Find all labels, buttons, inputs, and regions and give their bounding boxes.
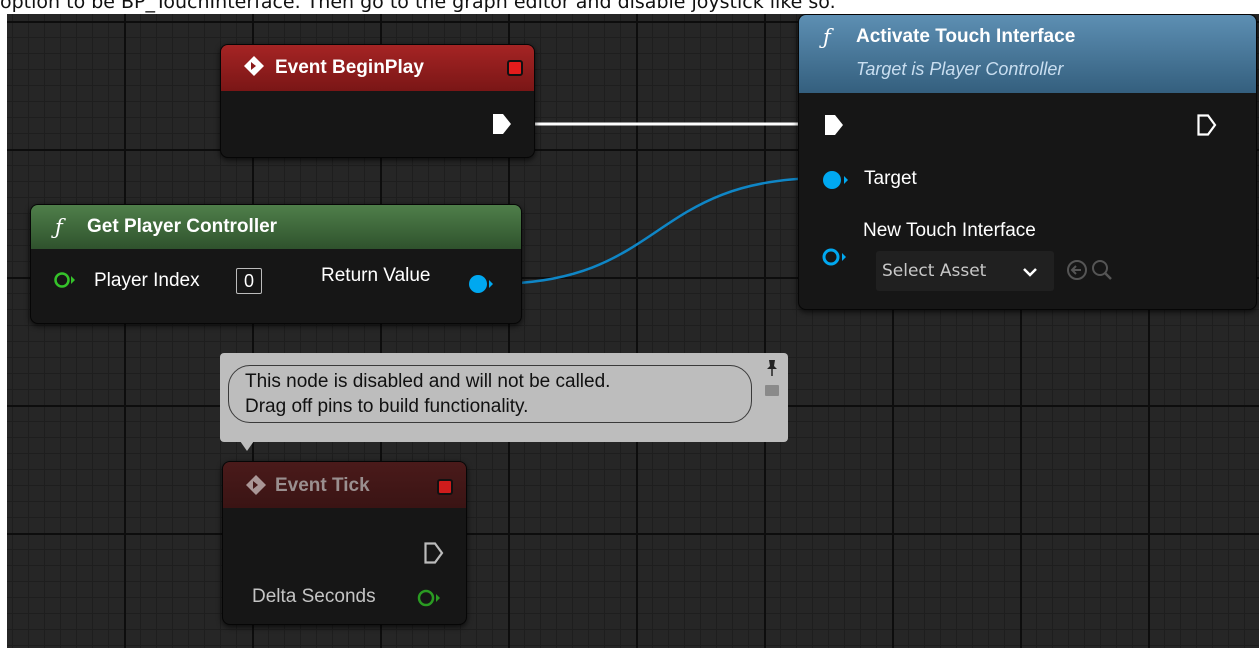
event-beginplay-node[interactable]: Event BeginPlay — [220, 44, 535, 158]
get-player-controller-header: ƒ Get Player Controller — [31, 205, 521, 249]
chevron-down-icon — [1022, 263, 1038, 284]
exec-out-pin[interactable] — [491, 112, 513, 136]
target-pin-icon[interactable] — [821, 169, 853, 196]
comment-bubble: This node is disabled and will not be ca… — [228, 365, 752, 423]
delta-seconds-label: Delta Seconds — [252, 586, 376, 607]
return-value-label: Return Value — [321, 265, 431, 286]
get-player-controller-title: Get Player Controller — [87, 216, 278, 237]
event-tick-node[interactable]: Event Tick Delta Seconds — [222, 461, 467, 625]
breakpoint-icon — [507, 60, 523, 76]
new-touch-interface-pin-icon[interactable] — [821, 246, 849, 273]
object-wire — [490, 176, 826, 286]
exec-out-pin[interactable] — [423, 541, 445, 565]
disabled-node-comment: This node is disabled and will not be ca… — [220, 353, 788, 451]
player-index-input[interactable]: 0 — [236, 268, 262, 294]
event-diamond-icon — [245, 474, 267, 502]
pin-comment-icon[interactable] — [764, 359, 780, 381]
activate-touch-interface-header: ƒ Activate Touch Interface Target is Pla… — [799, 15, 1256, 93]
new-touch-interface-label: New Touch Interface — [863, 220, 1036, 241]
select-asset-label: Select Asset — [882, 261, 987, 281]
event-tick-title: Event Tick — [275, 475, 370, 496]
comment-line-2: Drag off pins to build functionality. — [245, 396, 529, 417]
player-index-label: Player Index — [94, 270, 200, 291]
blueprint-graph-canvas[interactable]: Event BeginPlay ƒ Get Player Controller … — [7, 14, 1259, 648]
function-icon: ƒ — [55, 215, 63, 239]
browse-asset-search-icon[interactable] — [1090, 258, 1114, 287]
activate-touch-interface-subtitle: Target is Player Controller — [856, 59, 1064, 79]
comment-tail — [240, 441, 254, 451]
page-caption: option to be BP_TouchInterface. Then go … — [0, 0, 836, 13]
event-diamond-icon — [243, 55, 265, 83]
exec-out-pin[interactable] — [1196, 113, 1218, 137]
function-icon: ƒ — [823, 25, 831, 49]
activate-touch-interface-node[interactable]: ƒ Activate Touch Interface Target is Pla… — [798, 14, 1257, 310]
comment-bubble-toggle-icon[interactable] — [765, 385, 779, 396]
comment-line-1: This node is disabled and will not be ca… — [245, 371, 611, 392]
exec-in-pin[interactable] — [823, 113, 845, 137]
breakpoint-icon — [437, 479, 453, 495]
player-index-pin-icon[interactable] — [53, 269, 77, 296]
event-beginplay-title: Event BeginPlay — [275, 57, 424, 78]
return-value-pin-icon[interactable] — [467, 273, 497, 300]
event-tick-header: Event Tick — [223, 462, 466, 508]
target-label: Target — [864, 168, 917, 189]
event-beginplay-header: Event BeginPlay — [221, 45, 534, 91]
get-player-controller-node[interactable]: ƒ Get Player Controller Player Index 0 R… — [30, 204, 522, 324]
use-selected-asset-icon[interactable] — [1065, 258, 1089, 287]
delta-seconds-pin-icon[interactable] — [416, 587, 444, 614]
select-asset-dropdown[interactable]: Select Asset — [876, 251, 1054, 291]
activate-touch-interface-title: Activate Touch Interface — [856, 26, 1076, 47]
